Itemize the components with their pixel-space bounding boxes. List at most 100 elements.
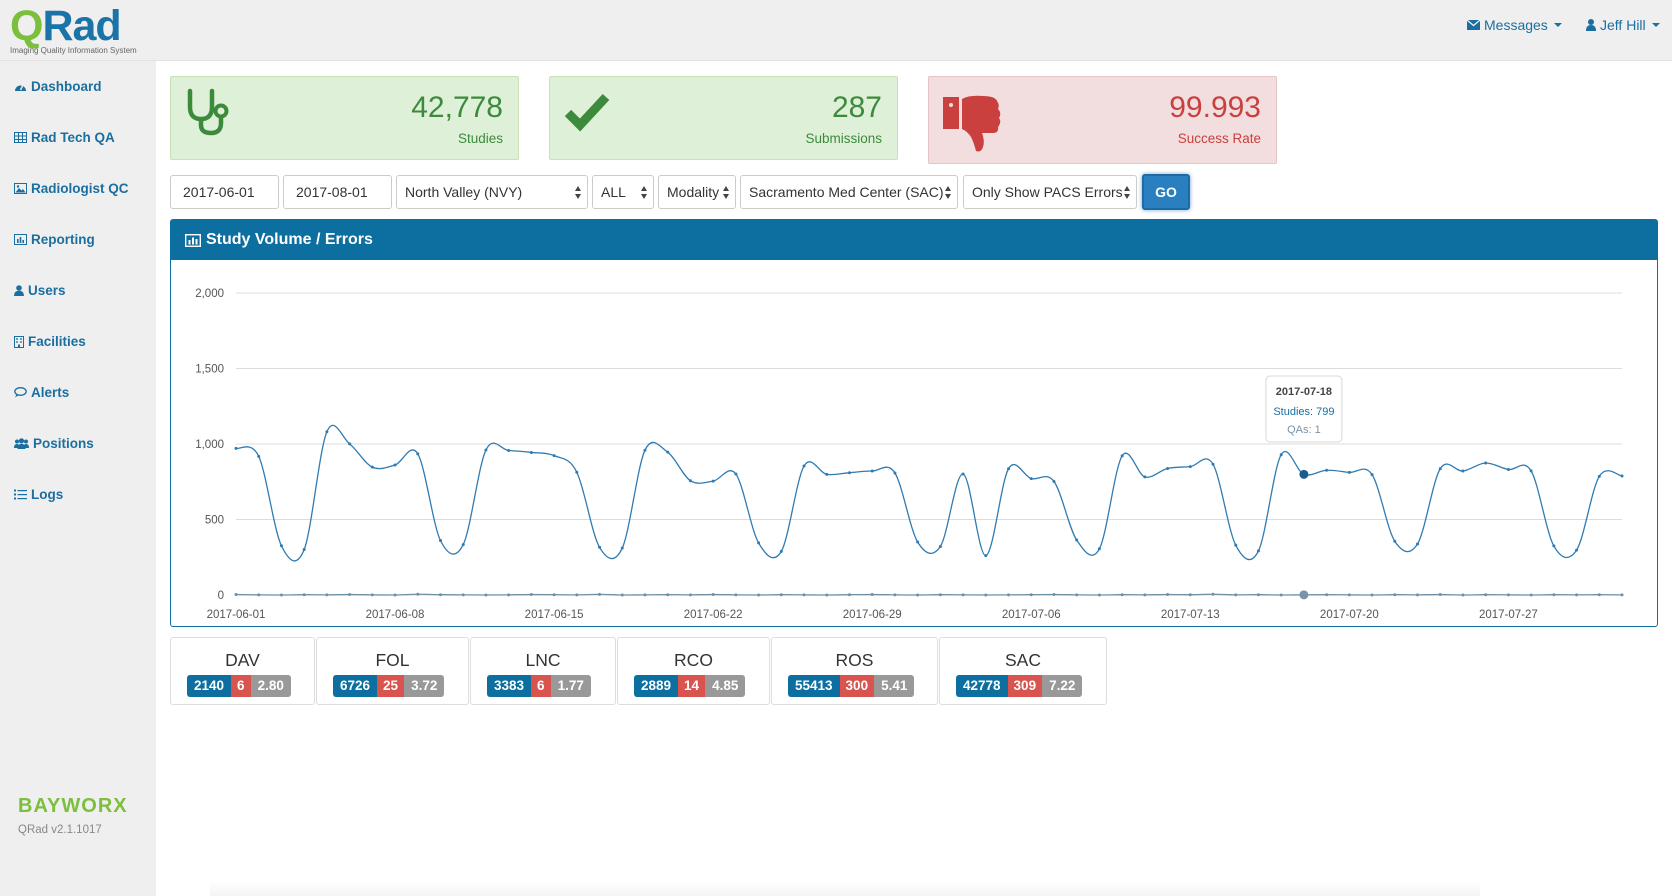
thumbs-down-icon (943, 95, 1001, 152)
facility-select[interactable]: Sacramento Med Center (SAC) (740, 175, 958, 209)
qas-point (1211, 592, 1215, 596)
users-icon (14, 438, 29, 449)
qas-point (802, 593, 806, 597)
studies-point (757, 541, 761, 545)
studies-point (961, 472, 965, 476)
study-volume-chart[interactable]: 0 500 1,000 1,500 2,000 2017-06-01 2017-06-08 2… (171, 260, 1657, 626)
logo-rad: Rad (42, 2, 121, 50)
dashboard-icon (15, 84, 26, 91)
site-code: RCO (674, 650, 713, 670)
qas-point (1188, 593, 1192, 597)
sidebar-item-radiologist-qc[interactable]: Radiologist QC (14, 181, 129, 196)
qas-point (529, 593, 533, 597)
site-errors-badge: 300 (839, 675, 875, 697)
site-card-dav[interactable]: DAV 2140 6 2.80 (170, 637, 315, 705)
studies-point (234, 446, 238, 450)
qas-point (234, 593, 238, 597)
sidebar-item-alerts[interactable]: Alerts (14, 385, 69, 400)
user-menu[interactable]: Jeff Hill (1586, 17, 1660, 33)
site-rate-badge: 1.77 (550, 675, 591, 697)
series-studies-line (235, 424, 1623, 562)
studies-point (325, 430, 329, 434)
sidebar-item-reporting[interactable]: Reporting (14, 232, 95, 247)
studies-point (1416, 542, 1420, 546)
app-logo[interactable]: QRad Imaging Quality Information System (10, 4, 150, 58)
site-badges: 55413 300 5.41 (788, 675, 915, 697)
messages-menu[interactable]: Messages (1467, 17, 1562, 33)
studies-point (1370, 473, 1374, 477)
qas-point (825, 593, 829, 597)
error-filter-select[interactable]: Only Show PACS Errors (963, 175, 1137, 209)
x-tick-label: 2017-07-13 (1161, 609, 1220, 621)
bar-chart-icon (14, 234, 27, 245)
sidebar-item-label: Logs (31, 487, 64, 502)
sidebar-item-label: Positions (33, 436, 94, 451)
sidebar-item-facilities[interactable]: Facilities (14, 334, 86, 349)
region-select[interactable]: North Valley (NVY) (396, 175, 588, 209)
studies-point (847, 471, 851, 475)
studies-point (1120, 454, 1124, 458)
qas-point (438, 593, 442, 597)
qas-point (916, 593, 920, 597)
sidebar-item-dashboard[interactable]: Dashboard (14, 79, 102, 94)
site-studies-badge: 42778 (956, 675, 1008, 697)
sidebar-item-label: Radiologist QC (31, 181, 129, 196)
studies-point (302, 548, 306, 552)
site-card-ros[interactable]: ROS 55413 300 5.41 (771, 637, 938, 705)
start-date-input[interactable]: 2017-06-01 (170, 175, 279, 209)
check-icon (564, 93, 610, 132)
modality-select[interactable]: Modality (658, 175, 736, 209)
study-volume-panel: Study Volume / Errors 0 500 1,000 1,500 2,00… (170, 219, 1658, 627)
site-rate-badge: 7.22 (1042, 675, 1083, 697)
qas-point (484, 593, 488, 597)
studies-point (348, 442, 352, 446)
qas-point (1438, 593, 1442, 597)
messages-label: Messages (1484, 17, 1548, 33)
sidebar-item-positions[interactable]: Positions (14, 436, 94, 451)
table-icon (14, 132, 27, 143)
top-bar: QRad Imaging Quality Information System … (0, 0, 1672, 61)
qas-point (1279, 593, 1283, 597)
site-card-fol[interactable]: FOL 6726 25 3.72 (316, 637, 469, 705)
studies-point (1029, 477, 1033, 481)
sidebar-item-rad-tech-qa[interactable]: Rad Tech QA (14, 130, 115, 145)
site-code: SAC (1005, 650, 1041, 670)
site-card-rco[interactable]: RCO 2889 14 4.85 (617, 637, 770, 705)
sidebar-item-users[interactable]: Users (14, 283, 66, 298)
studies-point (984, 554, 988, 558)
site-card-sac[interactable]: SAC 42778 309 7.22 (939, 637, 1107, 705)
qas-point (302, 593, 306, 597)
studies-point (416, 452, 420, 456)
end-date-input[interactable]: 2017-08-01 (283, 175, 392, 209)
success-rate-value: 99.993 (1169, 91, 1261, 124)
image-icon (14, 183, 27, 194)
scope-select[interactable]: ALL (592, 175, 654, 209)
qas-point (757, 593, 761, 597)
qas-point (1234, 593, 1238, 597)
qas-point (348, 593, 352, 597)
studies-point (1211, 462, 1215, 466)
x-tick-label: 2017-06-22 (684, 609, 743, 621)
qas-point (393, 593, 397, 597)
qas-point (1484, 593, 1488, 597)
qas-point (688, 593, 692, 597)
qas-point (1325, 593, 1329, 597)
qas-point (1597, 593, 1601, 597)
user-icon (14, 285, 24, 296)
studies-count: 42,778 (411, 91, 503, 124)
vendor-name: BAYWORX (18, 795, 128, 817)
site-badges: 42778 309 7.22 (956, 675, 1083, 697)
studies-point (1506, 468, 1510, 472)
go-button[interactable]: GO (1142, 174, 1190, 210)
x-tick-label: 2017-06-15 (525, 609, 584, 621)
building-icon (14, 335, 24, 348)
studies-point (1256, 549, 1260, 553)
studies-point (1325, 468, 1329, 472)
site-card-lnc[interactable]: LNC 3383 6 1.77 (470, 637, 616, 705)
qas-point (1166, 593, 1170, 597)
sidebar-item-logs[interactable]: Logs (14, 487, 63, 502)
studies-point (461, 543, 465, 547)
qas-point (1097, 593, 1101, 597)
qas-point (1075, 593, 1079, 597)
site-code: ROS (835, 650, 874, 670)
